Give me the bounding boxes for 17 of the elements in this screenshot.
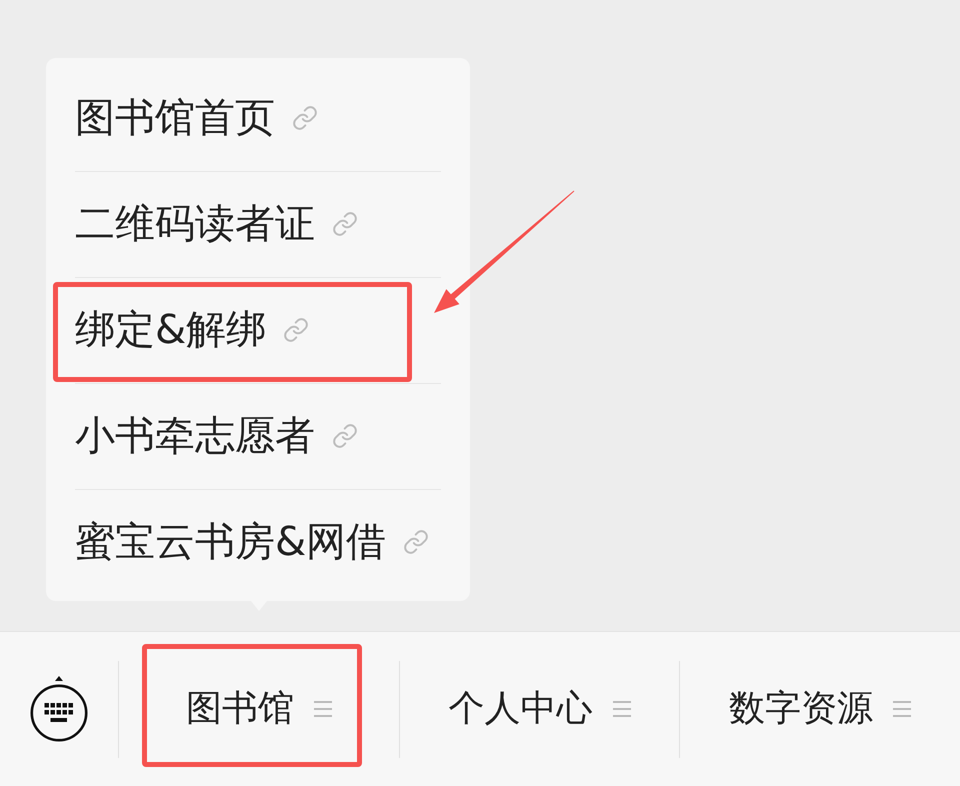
- menu-item[interactable]: 绑定&解绑: [75, 278, 441, 382]
- menu-icon: [893, 701, 912, 717]
- menu-item[interactable]: 二维码读者证: [75, 172, 441, 276]
- link-icon: [333, 212, 357, 236]
- menu-item[interactable]: 蜜宝云书房&网借: [75, 490, 441, 594]
- link-icon: [404, 530, 428, 554]
- tab[interactable]: 数字资源: [680, 660, 960, 758]
- menu-icon: [314, 701, 332, 717]
- keyboard-icon[interactable]: [29, 676, 89, 742]
- link-icon: [333, 424, 357, 448]
- link-icon: [284, 318, 308, 342]
- menu-item[interactable]: 图书馆首页: [75, 66, 441, 170]
- menu-item[interactable]: 小书牵志愿者: [75, 384, 441, 488]
- menu-icon: [612, 701, 630, 717]
- tab[interactable]: 个人中心: [400, 660, 680, 758]
- link-icon: [293, 106, 317, 130]
- tab[interactable]: 图书馆: [119, 660, 399, 758]
